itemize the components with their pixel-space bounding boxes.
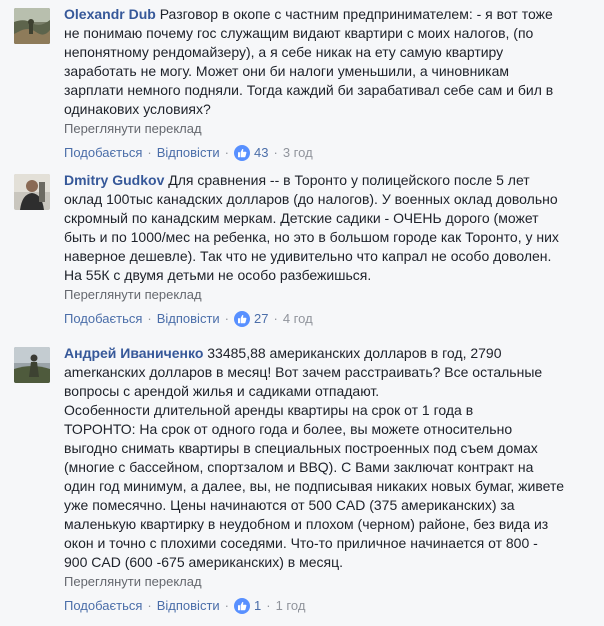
comment-body: Olexandr Dub Разговор в окопе с частним … <box>64 5 594 162</box>
comment-text: Андрей Иваниченко 33485,88 американских … <box>64 344 594 572</box>
avatar[interactable] <box>14 8 50 44</box>
avatar[interactable] <box>14 347 50 383</box>
separator-dot: · <box>224 145 230 160</box>
comment-message: Разговор в окопе с частним предпринимате… <box>64 6 554 117</box>
separator-dot: · <box>147 311 152 326</box>
comment-timestamp[interactable]: 4 год <box>283 310 313 328</box>
comments-list: Olexandr Dub Разговор в окопе с частним … <box>0 0 604 626</box>
reactions-count[interactable]: 43 <box>234 144 268 162</box>
avatar-photo-icon <box>14 347 50 383</box>
comment-actions: Подобається · Відповісти · 1 · 1 год <box>64 597 594 615</box>
separator-dot: · <box>273 311 278 326</box>
comment-author[interactable]: Андрей Иваниченко <box>64 345 203 361</box>
reply-button[interactable]: Відповісти <box>157 597 220 615</box>
avatar-photo-icon <box>14 174 50 210</box>
thumbs-up-icon <box>234 311 251 327</box>
like-button[interactable]: Подобається <box>64 144 142 162</box>
comment-body: Андрей Иваниченко 33485,88 американских … <box>64 344 594 615</box>
thumbs-up-icon <box>234 598 251 614</box>
see-translation-link[interactable]: Переглянути переклад <box>64 573 594 591</box>
comment-timestamp[interactable]: 3 год <box>283 144 313 162</box>
separator-dot: · <box>273 145 278 160</box>
reply-button[interactable]: Відповісти <box>157 144 220 162</box>
avatar-photo-icon <box>14 8 50 44</box>
avatar[interactable] <box>14 174 50 210</box>
separator-dot: · <box>266 598 271 613</box>
comment-author[interactable]: Dmitry Gudkov <box>64 172 164 188</box>
likes-count: 43 <box>254 145 269 160</box>
see-translation-link[interactable]: Переглянути переклад <box>64 286 594 304</box>
comment-actions: Подобається · Відповісти · 27 · 4 год <box>64 310 594 328</box>
comment-message: 33485,88 американских долларов в год, 27… <box>64 345 565 570</box>
reactions-count[interactable]: 27 <box>234 310 268 328</box>
separator-dot: · <box>147 598 152 613</box>
comment-text: Olexandr Dub Разговор в окопе с частним … <box>64 5 594 119</box>
see-translation-link[interactable]: Переглянути переклад <box>64 120 594 138</box>
comment-timestamp[interactable]: 1 год <box>276 597 306 615</box>
reactions-count[interactable]: 1 <box>234 597 261 615</box>
separator-dot: · <box>147 145 152 160</box>
like-button[interactable]: Подобається <box>64 597 142 615</box>
comment-author[interactable]: Olexandr Dub <box>64 6 156 22</box>
reply-button[interactable]: Відповісти <box>157 310 220 328</box>
thumbs-up-icon <box>234 145 251 161</box>
like-button[interactable]: Подобається <box>64 310 142 328</box>
likes-count: 27 <box>254 311 269 326</box>
separator-dot: · <box>224 598 230 613</box>
comment-message: Для сравнения -- в Торонто у полицейског… <box>64 172 559 283</box>
separator-dot: · <box>224 311 230 326</box>
likes-count: 1 <box>254 598 262 613</box>
comment-text: Dmitry Gudkov Для сравнения -- в Торонто… <box>64 171 594 285</box>
comment-body: Dmitry Gudkov Для сравнения -- в Торонто… <box>64 171 594 328</box>
comment-actions: Подобається · Відповісти · 43 · 3 год <box>64 144 594 162</box>
